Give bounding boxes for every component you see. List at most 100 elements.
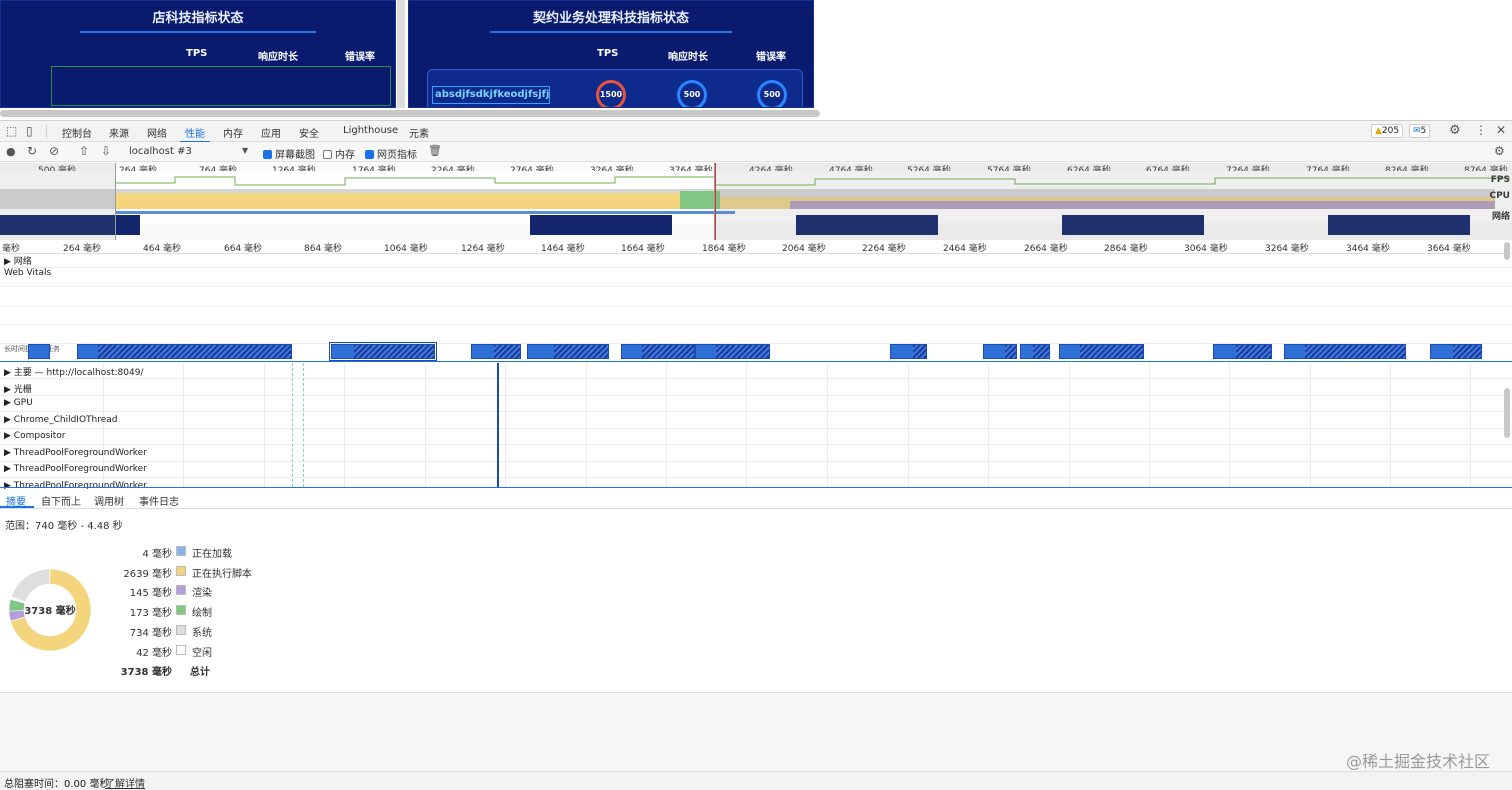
- tab-elements[interactable]: 元素: [409, 125, 429, 140]
- screenshots-checkbox[interactable]: 屏幕截图: [263, 146, 315, 161]
- long-task-overrun: [554, 345, 608, 358]
- thread-row[interactable]: ▶ 光栅: [0, 380, 1512, 396]
- clear-icon[interactable]: ⊘: [49, 144, 59, 158]
- ruler-scrollbar[interactable]: [1504, 242, 1510, 260]
- long-task[interactable]: [621, 344, 695, 359]
- trash-icon[interactable]: 🗑: [428, 144, 442, 157]
- long-task[interactable]: [1284, 344, 1406, 359]
- tab-application[interactable]: 应用: [261, 125, 281, 140]
- tab-event-log[interactable]: 事件日志: [139, 493, 179, 508]
- more-menu-icon[interactable]: ⋮: [1475, 123, 1487, 137]
- long-task[interactable]: [983, 344, 1017, 359]
- tab-console[interactable]: 控制台: [62, 125, 92, 140]
- header-tps: TPS: [597, 48, 619, 59]
- memory-checkbox[interactable]: 内存: [323, 146, 355, 161]
- long-task[interactable]: [890, 344, 927, 359]
- device-toggle-icon[interactable]: ▯: [26, 124, 33, 138]
- record-icon[interactable]: ●: [6, 145, 16, 158]
- profile-select[interactable]: localhost #3: [129, 146, 192, 157]
- tab-security[interactable]: 安全: [299, 125, 319, 140]
- upload-icon[interactable]: ⇧: [79, 144, 89, 158]
- tab-performance[interactable]: 性能: [185, 125, 205, 140]
- legend-swatch: [176, 605, 186, 616]
- thread-row[interactable]: ▶ GPU: [0, 396, 1512, 412]
- warnings-badge[interactable]: ▲205: [1371, 124, 1404, 138]
- legend-swatch: [176, 644, 186, 655]
- preview-horizontal-scrollbar[interactable]: [0, 110, 820, 117]
- panel-left-title: 店科技指标状态: [152, 11, 244, 26]
- long-task[interactable]: [471, 344, 521, 359]
- long-task-overrun: [354, 345, 434, 358]
- long-task[interactable]: [77, 344, 292, 359]
- long-task[interactable]: [695, 344, 770, 359]
- tps-gauge: 1500: [596, 80, 626, 107]
- long-task-overrun: [913, 345, 926, 358]
- unselected-mask-right: [716, 163, 1512, 240]
- selection-window[interactable]: [115, 163, 715, 240]
- preview-scrollbar[interactable]: [397, 0, 405, 108]
- tab-memory[interactable]: 内存: [223, 125, 243, 140]
- thread-name: ThreadPoolForegroundWorker: [13, 447, 147, 458]
- learn-more-link[interactable]: 了解详情: [105, 775, 145, 790]
- summary-category: 正在加载: [192, 549, 232, 560]
- donut-slice: [10, 568, 51, 602]
- tracks-scrollbar[interactable]: [1504, 388, 1510, 438]
- webvitals-checkbox[interactable]: 网页指标: [365, 146, 417, 161]
- timeline-overview[interactable]: 500 毫秒264 毫秒764 毫秒1264 毫秒1764 毫秒2264 毫秒2…: [0, 163, 1512, 240]
- tab-lighthouse[interactable]: Lighthouse: [343, 125, 398, 136]
- summary-value: 42 毫秒: [136, 647, 172, 659]
- capture-settings-icon[interactable]: ⚙: [1494, 144, 1505, 158]
- expand-arrow-icon[interactable]: ▶: [4, 385, 14, 395]
- tab-call-tree[interactable]: 调用树: [94, 493, 124, 508]
- content-frame: [51, 66, 391, 106]
- thread-row[interactable]: ▶ ThreadPoolForegroundWorker: [0, 462, 1512, 478]
- thread-name: 光栅: [13, 384, 32, 395]
- details-tabbar: 摘要 自下而上 调用树 事件日志: [0, 489, 1512, 509]
- messages-badge[interactable]: ✉5: [1409, 124, 1431, 138]
- tab-network[interactable]: 网络: [147, 125, 167, 140]
- details-empty-area: [0, 692, 1512, 771]
- expand-arrow-icon[interactable]: ▶: [4, 448, 14, 458]
- long-task-overrun: [1033, 345, 1049, 358]
- thread-name: 主要 — http://localhost:8049/: [13, 368, 144, 378]
- metrics-card: absdjfsdkjfkeodjfsjfjl 1500 500 500: [427, 69, 803, 107]
- playhead-marker: [715, 163, 716, 240]
- panel-split[interactable]: [0, 487, 1512, 488]
- summary-value: 145 毫秒: [129, 588, 172, 600]
- summary-category: 正在执行脚本: [192, 568, 252, 580]
- summary-category: 空闲: [192, 647, 212, 659]
- chevron-down-icon[interactable]: ▼: [242, 146, 248, 155]
- long-task[interactable]: [1059, 344, 1144, 359]
- expand-arrow-icon[interactable]: ▶: [4, 415, 14, 425]
- download-icon[interactable]: ⇩: [101, 144, 111, 158]
- expand-arrow-icon[interactable]: ▶: [4, 398, 14, 408]
- inspect-icon[interactable]: ⬚: [6, 124, 17, 138]
- long-task[interactable]: [1213, 344, 1272, 359]
- legend-swatch: [176, 565, 186, 576]
- thread-row[interactable]: ▶ ThreadPoolForegroundWorker: [0, 446, 1512, 462]
- tab-bottom-up[interactable]: 自下而上: [41, 493, 81, 508]
- long-task[interactable]: [329, 342, 437, 361]
- long-task-overrun: [1080, 345, 1143, 358]
- reload-record-icon[interactable]: ↻: [27, 144, 37, 158]
- long-task[interactable]: [527, 344, 609, 359]
- metrics-input[interactable]: absdjfsdkjfkeodjfsjfjl: [432, 86, 550, 104]
- expand-arrow-icon[interactable]: ▶: [4, 368, 14, 378]
- settings-icon[interactable]: ⚙: [1449, 123, 1461, 138]
- thread-row[interactable]: ▶ Compositor: [0, 429, 1512, 445]
- thread-row[interactable]: ▶ 主要 — http://localhost:8049/: [0, 363, 1512, 379]
- header-response: 响应时长: [258, 52, 298, 63]
- legend-swatch: [176, 546, 186, 556]
- summary-row: 2639 毫秒 正在执行脚本: [110, 565, 310, 581]
- close-icon[interactable]: ✕: [1496, 123, 1506, 137]
- long-task[interactable]: [28, 344, 50, 359]
- long-task[interactable]: [1430, 344, 1482, 359]
- thread-row[interactable]: ▶ Chrome_ChildIOThread: [0, 413, 1512, 429]
- header-error: 错误率: [756, 52, 786, 63]
- track-web-vitals[interactable]: Web Vitals: [0, 266, 1512, 344]
- long-task[interactable]: [1020, 344, 1050, 359]
- tab-sources[interactable]: 来源: [109, 125, 129, 140]
- expand-arrow-icon[interactable]: ▶: [4, 431, 14, 441]
- expand-arrow-icon[interactable]: ▶: [4, 464, 14, 474]
- active-tab-indicator: [0, 506, 34, 508]
